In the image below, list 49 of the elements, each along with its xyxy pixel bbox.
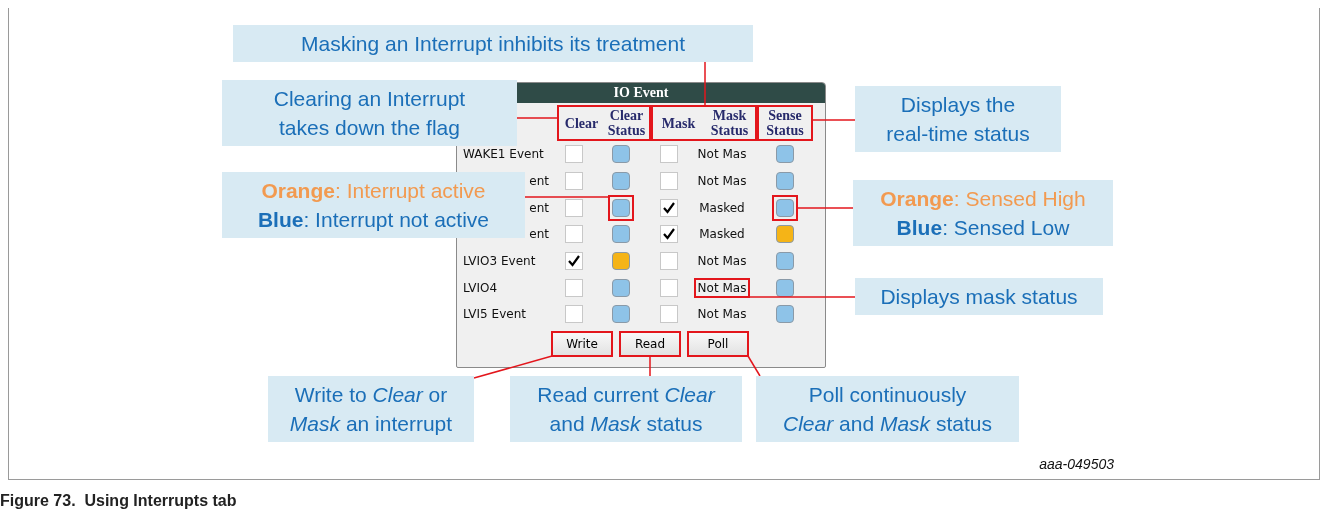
event-label: WAKE1 Event (463, 147, 544, 162)
mask-checkbox[interactable] (660, 305, 678, 324)
callout: Poll continuously Clear and Mask status (756, 376, 1019, 442)
mask-checkbox[interactable] (660, 172, 678, 191)
event-label: LVI5 Event (463, 307, 526, 322)
event-label: ent (529, 227, 549, 242)
callout: Orange: Interrupt active Blue: Interrupt not active (222, 172, 525, 238)
clear-checkbox[interactable] (565, 252, 583, 271)
mask-status: Not Mas (693, 277, 751, 298)
callout: Displays mask status (855, 278, 1103, 315)
clear-checkbox[interactable] (565, 305, 583, 324)
clear-checkbox[interactable] (565, 278, 583, 297)
action-button[interactable]: Write (551, 330, 613, 357)
column-header: Clear (563, 115, 600, 131)
column-header: Clear Status (606, 108, 647, 138)
event-label: LVIO3 Event (463, 254, 536, 269)
clear-checkbox[interactable] (565, 172, 583, 191)
mask-status: Not Mas (696, 253, 748, 271)
event-label: LVIO4 (463, 280, 498, 295)
column-header: Sense Status (765, 108, 805, 138)
mask-checkbox[interactable] (660, 278, 678, 297)
column-header: Mask (660, 115, 697, 131)
callout: Orange: Sensed High Blue: Sensed Low (853, 180, 1113, 246)
event-label: ent (529, 174, 549, 189)
mask-status: Not Mas (696, 306, 748, 324)
callout: Read current Clear and Mask status (510, 376, 742, 442)
mask-checkbox[interactable] (660, 252, 678, 271)
mask-checkbox[interactable] (660, 145, 678, 164)
callout: Masking an Interrupt inhibits its treatment (233, 25, 753, 62)
clear-checkbox[interactable] (565, 225, 583, 244)
mask-status: Masked (698, 199, 746, 217)
clear-checkbox[interactable] (565, 198, 583, 217)
mask-status: Not Mas (696, 146, 748, 164)
callout: Clearing an Interrupt takes down the flag (222, 80, 517, 146)
mask-checkbox[interactable] (660, 225, 678, 244)
figure-caption: Figure 73. Using Interrupts tab (0, 492, 237, 510)
event-label: ent (529, 200, 549, 215)
leader-line (649, 355, 651, 377)
mask-checkbox[interactable] (660, 198, 678, 217)
action-button[interactable]: Poll (687, 330, 749, 357)
callout: Write to Clear or Mask an interrupt (268, 376, 474, 442)
mask-status: Masked (698, 226, 746, 244)
column-header: Mask Status (709, 108, 750, 138)
callout: Displays the real-time status (855, 86, 1061, 152)
mask-status: Not Mas (696, 173, 748, 191)
action-button[interactable]: Read (619, 330, 681, 357)
clear-checkbox[interactable] (565, 145, 583, 164)
figure-code: aaa-049503 (1039, 456, 1114, 472)
leader-line (747, 355, 761, 377)
